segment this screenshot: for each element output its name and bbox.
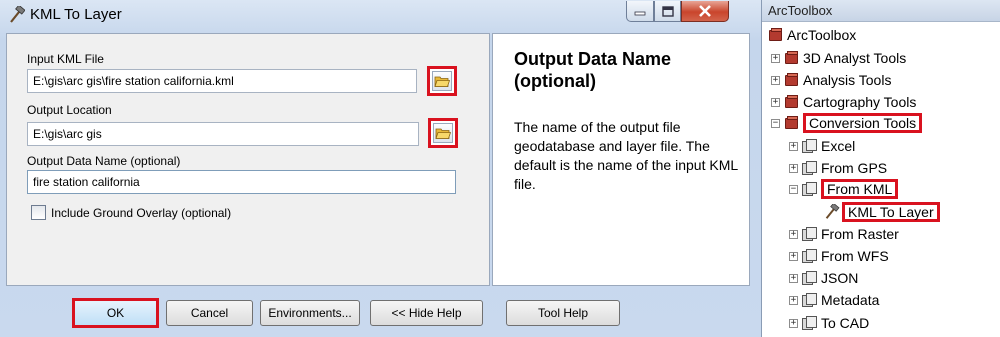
expand-icon[interactable]: + [789, 229, 798, 239]
tree-item-label: 3D Analyst Tools [803, 50, 907, 66]
tree-item-metadata[interactable]: + Metadata [789, 290, 879, 310]
environments-button[interactable]: Environments... [260, 300, 360, 326]
input-kml-label: Input KML File [27, 52, 104, 66]
toolset-icon [802, 227, 818, 241]
output-name-label: Output Data Name (optional) [27, 154, 181, 168]
toolbox-icon [784, 116, 800, 130]
tree-item-label: JSON [821, 270, 859, 286]
ok-button[interactable]: OK [72, 298, 159, 328]
maximize-icon [661, 5, 674, 17]
tree-item-json[interactable]: + JSON [789, 268, 858, 288]
toolset-icon [802, 161, 818, 175]
hammer-icon [825, 204, 840, 219]
close-button[interactable] [681, 1, 729, 22]
toolset-icon [802, 139, 818, 153]
tree-item-label: Cartography Tools [803, 94, 917, 110]
minimize-button[interactable] [626, 1, 654, 22]
close-icon [699, 5, 711, 17]
expand-icon[interactable]: + [771, 97, 780, 107]
tree-item-from-raster[interactable]: + From Raster [789, 224, 899, 244]
tree-item-kml-to-layer[interactable]: KML To Layer [822, 202, 940, 222]
window-title: KML To Layer [30, 6, 122, 23]
input-kml-field[interactable]: E:\gis\arc gis\fire station california.k… [27, 69, 417, 93]
expand-icon[interactable]: + [789, 318, 798, 328]
tree-item-label: To CAD [821, 315, 870, 331]
arctoolbox-panel-title: ArcToolbox [768, 3, 833, 18]
expand-icon[interactable]: + [789, 295, 798, 305]
arctoolbox-title-bar[interactable]: ArcToolbox [762, 0, 1000, 22]
toolbox-icon [784, 95, 800, 109]
toolset-icon [802, 293, 818, 307]
open-folder-icon [434, 76, 450, 87]
tree-item-3d-analyst-tools[interactable]: + 3D Analyst Tools [771, 48, 906, 68]
toolset-icon [802, 316, 818, 330]
tree-item-label: From WFS [821, 248, 889, 264]
collapse-icon[interactable]: − [771, 118, 780, 128]
help-title: Output Data Name (optional) [514, 49, 672, 91]
expand-icon[interactable]: + [771, 75, 780, 85]
kml-to-layer-dialog: KML To Layer Input KML File E:\gis\arc g… [0, 0, 762, 337]
ground-overlay-checkbox[interactable] [31, 205, 46, 220]
tool-help-button[interactable]: Tool Help [506, 300, 620, 326]
arctoolbox-panel: ArcToolbox ArcToolbox + 3D Analyst Tools… [762, 0, 1000, 337]
tree-item-cartography-tools[interactable]: + Cartography Tools [771, 92, 916, 112]
toolbox-icon [768, 28, 784, 42]
toolbox-icon [784, 73, 800, 87]
minimize-icon [634, 11, 646, 16]
browse-input-kml-button[interactable] [427, 66, 457, 96]
tree-item-analysis-tools[interactable]: + Analysis Tools [771, 70, 891, 90]
toolset-icon [802, 271, 818, 285]
expand-icon[interactable]: + [771, 53, 780, 63]
tree-item-label: Analysis Tools [803, 72, 892, 88]
toolbox-icon [784, 51, 800, 65]
tree-item-label: ArcToolbox [787, 27, 857, 43]
ground-overlay-label: Include Ground Overlay (optional) [51, 206, 232, 220]
tree-item-conversion-tools[interactable]: − Conversion Tools [771, 113, 923, 133]
tree-item-label: KML To Layer [842, 202, 940, 222]
open-folder-icon [435, 128, 451, 139]
tree-item-label: From KML [821, 179, 899, 199]
toolset-icon [802, 182, 818, 196]
toolset-icon [802, 249, 818, 263]
tree-item-from-gps[interactable]: + From GPS [789, 158, 887, 178]
expand-icon[interactable]: + [789, 141, 798, 151]
tree-item-label: From GPS [821, 160, 888, 176]
help-pane: Output Data Name (optional) The name of … [492, 33, 750, 286]
maximize-button[interactable] [654, 1, 681, 22]
cancel-button[interactable]: Cancel [166, 300, 253, 326]
browse-output-location-button[interactable] [428, 118, 458, 148]
output-location-label: Output Location [27, 103, 112, 117]
tree-item-from-kml[interactable]: − From KML [789, 179, 899, 199]
help-text: The name of the output file geodatabase … [514, 119, 738, 192]
hide-help-button[interactable]: << Hide Help [370, 300, 483, 326]
tree-item-to-cad[interactable]: + To CAD [789, 313, 869, 333]
expand-icon[interactable]: + [789, 251, 798, 261]
tree-item-label: Conversion Tools [803, 113, 923, 133]
tree-item-excel[interactable]: + Excel [789, 136, 855, 156]
title-bar[interactable]: KML To Layer [0, 0, 762, 30]
tree-item-from-wfs[interactable]: + From WFS [789, 246, 889, 266]
tree-item-label: Excel [821, 138, 856, 154]
collapse-icon[interactable]: − [789, 184, 798, 194]
tree-item-label: From Raster [821, 226, 899, 242]
output-name-field[interactable]: fire station california [27, 170, 456, 194]
expand-icon[interactable]: + [789, 273, 798, 283]
parameters-pane: Input KML File E:\gis\arc gis\fire stati… [6, 33, 490, 286]
output-location-field[interactable]: E:\gis\arc gis [27, 122, 419, 146]
tree-item-label: Metadata [821, 292, 880, 308]
hammer-icon [10, 6, 25, 23]
expand-icon[interactable]: + [789, 163, 798, 173]
tree-item-arctoolbox[interactable]: ArcToolbox [768, 25, 856, 45]
